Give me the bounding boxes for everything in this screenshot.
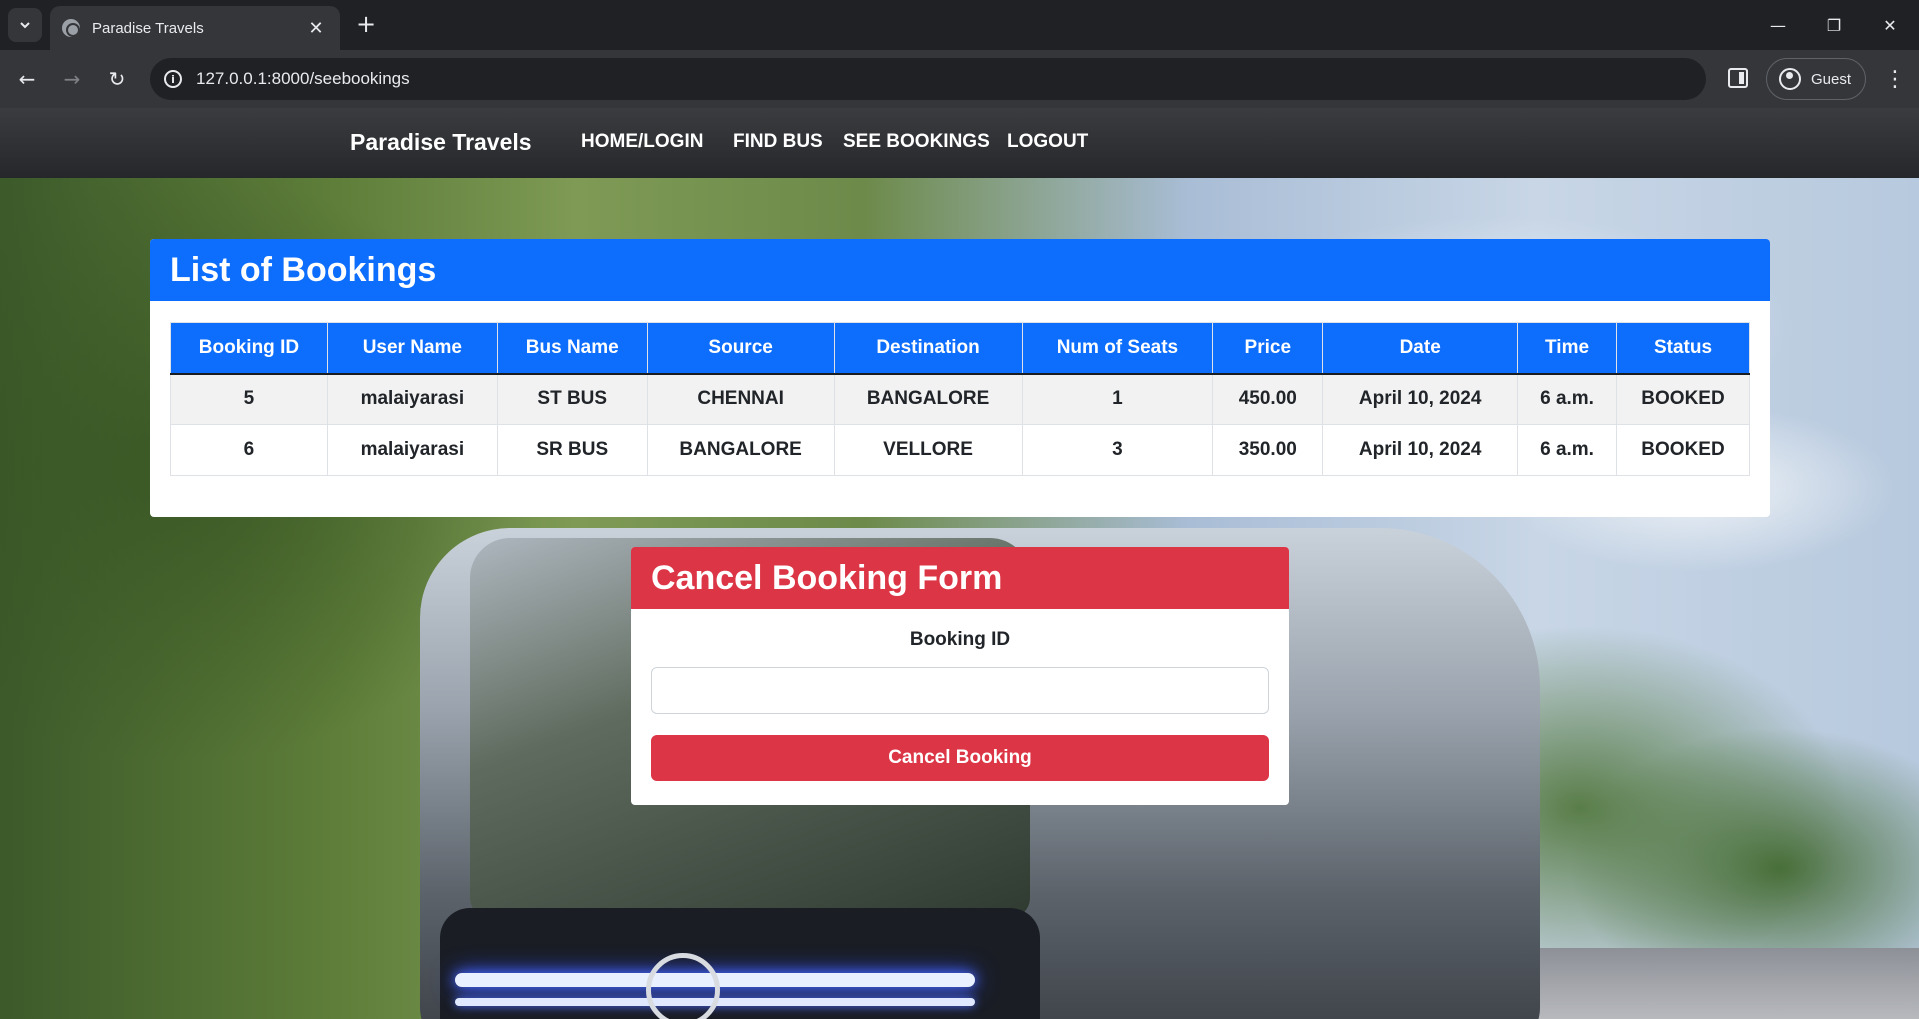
profile-icon [1779,68,1801,90]
column-header: Source [646,322,835,375]
browser-tab[interactable]: Paradise Travels ✕ [50,6,340,50]
table-cell: malaiyarasi [326,424,498,476]
background-bus-logo [646,953,720,1019]
table-cell: 3 [1021,424,1214,476]
table-cell: malaiyarasi [326,373,498,425]
cancel-form-title: Cancel Booking Form [631,547,1289,609]
cancel-booking-card: Cancel Booking Form Booking ID Cancel Bo… [631,547,1289,805]
address-bar[interactable]: i 127.0.0.1:8000/seebookings [150,58,1706,100]
booking-id-input[interactable] [651,667,1269,714]
cancel-booking-button[interactable]: Cancel Booking [651,735,1269,781]
back-arrow-icon[interactable]: ← [10,62,44,96]
tab-title: Paradise Travels [92,19,204,37]
column-header: Status [1616,322,1750,375]
info-icon[interactable]: i [164,70,182,88]
table-cell: BANGALORE [833,373,1023,425]
column-header: Time [1517,322,1617,375]
tab-search-icon[interactable] [8,8,42,42]
minimize-icon[interactable]: — [1750,0,1806,50]
table-row: 5 malaiyarasi ST BUS CHENNAI BANGALORE 1… [170,373,1750,425]
table-cell: ST BUS [496,373,648,425]
browser-toolbar: ← → ↻ i 127.0.0.1:8000/seebookings Guest… [0,50,1919,108]
nav-find-bus[interactable]: FIND BUS [733,131,823,153]
browser-tab-strip: Paradise Travels ✕ + — ❐ ✕ [0,0,1919,50]
table-cell: 1 [1021,373,1214,425]
table-cell: April 10, 2024 [1322,373,1519,425]
column-header: Booking ID [170,322,328,375]
table-cell: 6 a.m. [1517,424,1617,476]
restore-icon[interactable]: ❐ [1806,0,1862,50]
column-header: Num of Seats [1021,322,1214,375]
reload-icon[interactable]: ↻ [100,62,134,96]
column-header: Bus Name [496,322,648,375]
page-viewport: Paradise Travels HOME/LOGIN FIND BUS SEE… [0,108,1919,1019]
column-header: Price [1212,322,1324,375]
table-cell: CHENNAI [646,373,835,425]
plus-icon[interactable]: + [352,10,380,38]
bookings-title: List of Bookings [150,239,1770,301]
table-cell: SR BUS [496,424,648,476]
close-icon[interactable]: ✕ [304,18,328,39]
table-cell: 350.00 [1212,424,1324,476]
kebab-menu-icon[interactable]: ⋮ [1880,62,1910,96]
table-cell: 5 [170,373,328,425]
table-cell: April 10, 2024 [1322,424,1519,476]
table-cell: 6 [170,424,328,476]
bookings-table: Booking ID User Name Bus Name Source Des… [170,322,1750,476]
table-cell: 450.00 [1212,373,1324,425]
column-header: User Name [326,322,498,375]
side-panel-icon[interactable] [1728,68,1748,88]
url-text[interactable]: 127.0.0.1:8000/seebookings [196,69,410,89]
table-cell: BOOKED [1616,373,1750,425]
column-header: Date [1322,322,1519,375]
bookings-card: List of Bookings Booking ID User Name Bu… [150,239,1770,517]
profile-button[interactable]: Guest [1766,58,1866,100]
table-row: 6 malaiyarasi SR BUS BANGALORE VELLORE 3… [170,424,1750,476]
table-cell: VELLORE [833,424,1023,476]
site-navbar: Paradise Travels HOME/LOGIN FIND BUS SEE… [0,108,1919,178]
brand-link[interactable]: Paradise Travels [350,129,532,156]
forward-arrow-icon[interactable]: → [55,62,89,96]
table-cell: 6 a.m. [1517,373,1617,425]
nav-see-bookings[interactable]: SEE BOOKINGS [843,131,990,153]
column-header: Destination [833,322,1023,375]
globe-icon [62,19,80,37]
table-cell: BANGALORE [646,424,835,476]
table-header-row: Booking ID User Name Bus Name Source Des… [170,322,1750,375]
profile-label: Guest [1811,70,1852,88]
table-cell: BOOKED [1616,424,1750,476]
booking-id-label: Booking ID [909,629,1011,650]
nav-logout[interactable]: LOGOUT [1007,131,1088,153]
close-window-icon[interactable]: ✕ [1862,0,1918,50]
nav-home-login[interactable]: HOME/LOGIN [581,131,703,153]
